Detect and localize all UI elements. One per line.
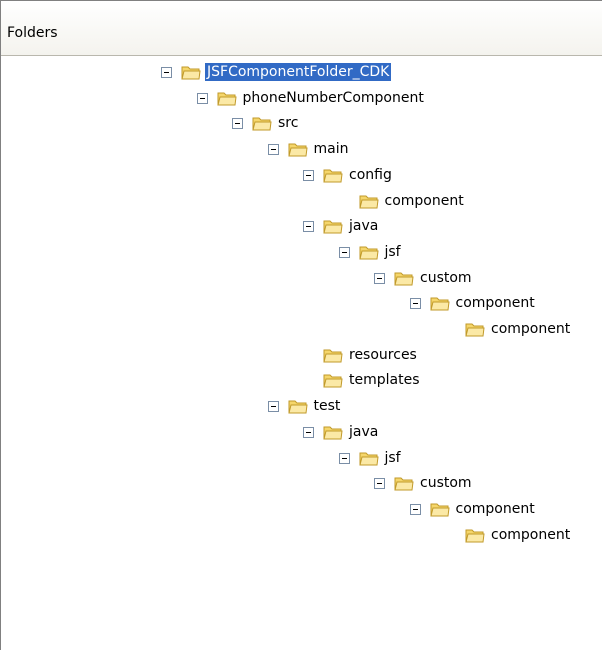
open-folder-icon [465, 529, 485, 543]
collapse-toggle-icon[interactable] [338, 452, 350, 464]
open-folder-icon [394, 272, 414, 286]
tree-item-label: main [313, 141, 349, 158]
collapse-toggle-icon[interactable] [338, 246, 350, 258]
open-folder-icon [358, 452, 379, 465]
collapse-toggle-icon[interactable] [161, 67, 172, 78]
collapse-toggle-icon[interactable] [232, 118, 243, 130]
tree-item-label: config [349, 166, 392, 183]
open-folder-icon [287, 143, 308, 157]
open-folder-icon [323, 374, 343, 388]
tree-item-label: component [455, 295, 535, 312]
collapse-toggle-icon[interactable] [267, 401, 279, 413]
tree-item-label: src [278, 115, 299, 132]
open-folder-icon [394, 477, 414, 491]
open-folder-icon [323, 426, 343, 440]
open-folder-icon [358, 195, 379, 208]
collapse-toggle-icon[interactable] [374, 478, 385, 490]
tree-item-label: java [349, 423, 379, 440]
tree-item-label: JSFComponentFolder_CDK [205, 63, 392, 81]
tree-item-label: component [491, 321, 571, 337]
collapse-toggle-icon[interactable] [267, 144, 279, 156]
collapse-toggle-icon[interactable] [303, 169, 314, 181]
tree-item-label: custom [420, 269, 472, 286]
tree-item-label: resources [349, 346, 417, 363]
collapse-toggle-icon[interactable] [374, 272, 385, 284]
folders-header: Folders [1, 1, 602, 56]
tree-item-label: jsf [384, 449, 401, 466]
open-folder-icon [216, 92, 237, 106]
tree-item-label: component [491, 526, 571, 543]
open-folder-icon [181, 66, 201, 80]
tree-item-label: phoneNumberComponent [242, 89, 424, 106]
tree-item-label: component [384, 192, 464, 209]
collapse-toggle-icon[interactable] [409, 503, 421, 515]
open-folder-icon [429, 503, 450, 517]
tree-item-label: test [313, 398, 341, 415]
tree-item-label: jsf [384, 243, 401, 260]
collapse-toggle-icon[interactable] [303, 221, 314, 233]
folder-tree: JSFComponentFolder_CDK phoneNumberCompone… [1, 56, 602, 650]
open-folder-icon [323, 220, 343, 234]
collapse-toggle-icon[interactable] [409, 298, 421, 310]
folders-panel: Folders JSFComponentFolder_CDK phoneNumbe… [0, 0, 602, 650]
collapse-toggle-icon[interactable] [196, 92, 208, 104]
tree-item-label: component [455, 500, 535, 517]
tree-item-label: java [349, 218, 379, 235]
open-folder-icon [465, 323, 485, 337]
collapse-toggle-icon[interactable] [303, 426, 314, 438]
open-folder-icon [358, 246, 379, 260]
tree-item-label: templates [349, 372, 420, 389]
open-folder-icon [323, 349, 343, 363]
open-folder-icon [252, 117, 272, 131]
folders-header-title: Folders [7, 25, 58, 41]
open-folder-icon [287, 400, 308, 414]
open-folder-icon [323, 169, 343, 183]
tree-item-label: custom [420, 475, 472, 492]
open-folder-icon [429, 297, 450, 311]
